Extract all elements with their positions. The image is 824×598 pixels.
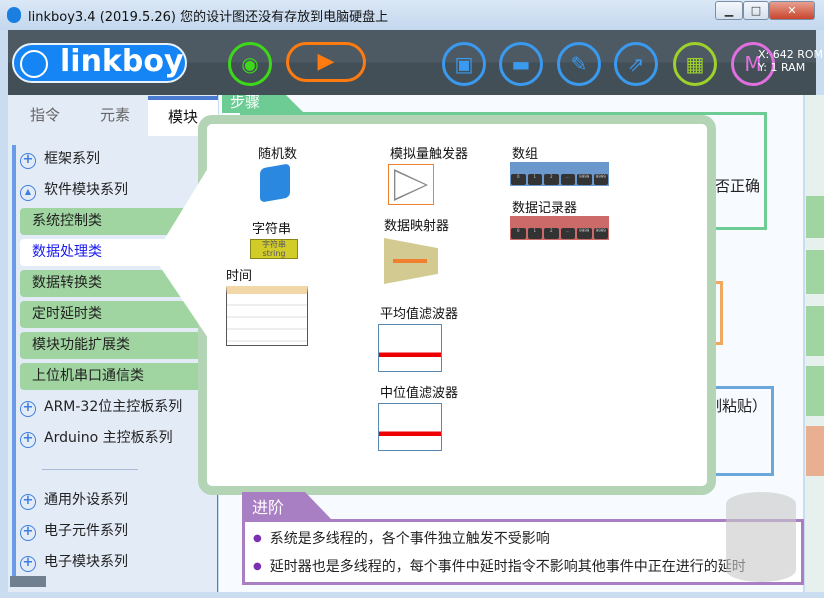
- tree-node-software[interactable]: ▲ 软件模块系列: [20, 178, 128, 202]
- module-analog-trigger[interactable]: 模拟量触发器: [384, 143, 468, 205]
- array-cell: 2: [544, 174, 559, 185]
- close-button[interactable]: ✕: [769, 1, 815, 20]
- string-icon: 字符串 string: [250, 239, 298, 259]
- mapper-icon: [384, 238, 438, 284]
- array-cell: 2: [544, 228, 559, 239]
- category-timer-delay[interactable]: 定时延时类: [20, 301, 206, 328]
- expand-icon: +: [20, 432, 36, 448]
- tree-node-arm32[interactable]: + ARM-32位主控板系列: [20, 395, 182, 419]
- calendar-icon: [226, 286, 308, 346]
- module-random[interactable]: 随机数: [250, 143, 297, 203]
- right-item[interactable]: [806, 426, 824, 476]
- linkboy-logo: linkboy: [12, 43, 187, 83]
- minimize-button[interactable]: ▁: [715, 1, 743, 20]
- right-item[interactable]: [806, 196, 824, 238]
- run-button[interactable]: ▶: [286, 42, 366, 82]
- array-cell: 1: [527, 174, 542, 185]
- filter-chart-icon: [378, 324, 442, 372]
- app-icon: [7, 7, 21, 23]
- array-cell: ...: [560, 174, 575, 185]
- save-icon[interactable]: ▣: [442, 42, 486, 86]
- expand-icon: +: [20, 525, 36, 541]
- trigger-icon: [388, 164, 434, 205]
- recycle-bin-icon[interactable]: [726, 492, 796, 582]
- advanced-item: 系统是多线程的，各个事件独立触发不受影响: [253, 528, 550, 548]
- window-title: linkboy3.4 (2019.5.26) 您的设计图还没有存放到电脑硬盘上: [28, 10, 389, 25]
- array-icon: 0 1 2... 9999 9999: [510, 162, 609, 186]
- right-item[interactable]: [806, 366, 824, 416]
- title-bar: linkboy3.4 (2019.5.26) 您的设计图还没有存放到电脑硬盘上 …: [0, 0, 824, 30]
- module-average-filter[interactable]: 平均值滤波器: [378, 303, 458, 372]
- grid-icon[interactable]: ▦: [673, 42, 717, 86]
- right-item[interactable]: [806, 250, 824, 294]
- module-data-mapper[interactable]: 数据映射器: [384, 215, 449, 284]
- advanced-item: 延时器也是多线程的，每个事件中延时指令不影响其他事件中正在进行的延时: [253, 556, 746, 576]
- edit-icon[interactable]: ✎: [557, 42, 601, 86]
- expand-icon: +: [20, 153, 36, 169]
- open-folder-icon[interactable]: ▬: [499, 42, 543, 86]
- array-cell: ...: [560, 228, 575, 239]
- tab-instructions[interactable]: 指令: [10, 96, 80, 136]
- divider: [42, 469, 138, 470]
- tree-node-arduino[interactable]: + Arduino 主控板系列: [20, 426, 173, 450]
- tree-line: [12, 145, 16, 577]
- expand-icon: +: [20, 401, 36, 417]
- array-cell: 9999: [593, 174, 608, 185]
- dice-icon: [260, 163, 290, 203]
- logo-icon: [20, 50, 48, 78]
- expand-icon: +: [20, 494, 36, 510]
- tab-elements[interactable]: 元素: [80, 96, 150, 136]
- module-median-filter[interactable]: 中位值滤波器: [378, 382, 458, 451]
- right-item[interactable]: [806, 306, 824, 356]
- array-cell: 9999: [593, 228, 608, 239]
- play-icon: ▶: [317, 49, 335, 74]
- array-cell: 9999: [577, 174, 592, 185]
- export-icon[interactable]: ⇗: [614, 42, 658, 86]
- eye-icon[interactable]: ◉: [228, 42, 272, 86]
- expand-icon: +: [20, 556, 36, 572]
- array-cell: 0: [511, 174, 526, 185]
- advanced-box: 系统是多线程的，各个事件独立触发不受影响 延时器也是多线程的，每个事件中延时指令…: [242, 519, 804, 585]
- tree-node-peripherals[interactable]: + 通用外设系列: [20, 488, 128, 512]
- horizontal-scrollbar[interactable]: [10, 576, 46, 587]
- module-array[interactable]: 数组 0 1 2... 9999 9999: [510, 143, 609, 186]
- array-cell: 1: [527, 228, 542, 239]
- array-cell: 0: [511, 228, 526, 239]
- array-cell: 9999: [577, 228, 592, 239]
- coords-readout: X: 642 ROM Y: 1 RAM: [758, 48, 824, 74]
- category-module-extension[interactable]: 模块功能扩展类: [20, 332, 206, 359]
- recorder-icon: 0 1 2... 9999 9999: [510, 216, 609, 240]
- filter-chart-icon: [378, 403, 442, 451]
- collapse-icon: ▲: [20, 185, 36, 201]
- logo-text: linkboy: [60, 44, 184, 79]
- maximize-button[interactable]: □: [743, 1, 769, 20]
- module-string[interactable]: 字符串 字符串 string: [250, 218, 298, 259]
- module-time[interactable]: 时间: [226, 265, 308, 346]
- tree-node-components[interactable]: + 电子元件系列: [20, 519, 128, 543]
- tree-node-modules[interactable]: + 电子模块系列: [20, 550, 128, 574]
- category-serial-comm[interactable]: 上位机串口通信类: [20, 363, 206, 390]
- module-data-recorder[interactable]: 数据记录器 0 1 2... 9999 9999: [510, 197, 609, 240]
- tree-node-framework[interactable]: + 框架系列: [20, 147, 100, 171]
